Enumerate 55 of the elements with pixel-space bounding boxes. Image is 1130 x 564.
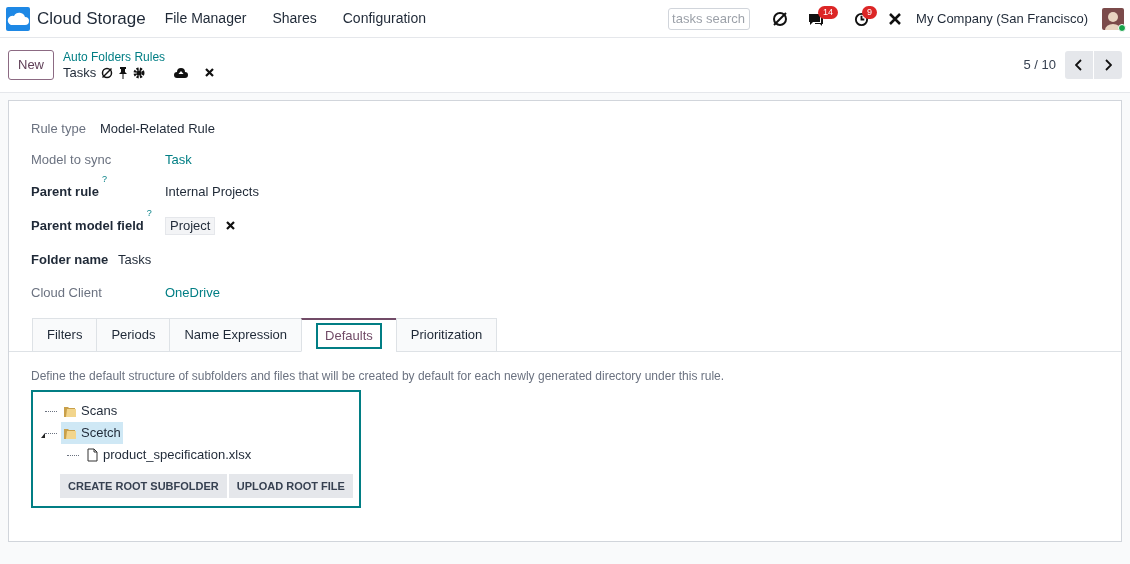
field-label: Cloud Client	[31, 284, 102, 303]
tree-node[interactable]: Scans	[61, 400, 120, 422]
chat-icon[interactable]	[808, 12, 825, 27]
tab[interactable]: Prioritization	[395, 318, 498, 352]
field-value-link[interactable]: Task	[165, 149, 192, 170]
app-name[interactable]: Cloud Storage	[37, 5, 146, 32]
clock-icon[interactable]	[854, 11, 870, 27]
sync-icon[interactable]	[101, 66, 114, 79]
breadcrumb-link[interactable]: Auto Folders Rules	[63, 50, 215, 65]
tab[interactable]: Periods	[96, 318, 171, 352]
new-button[interactable]: New	[8, 50, 54, 80]
field-label: Folder name	[31, 251, 109, 270]
tab[interactable]: Name Expression	[169, 318, 303, 352]
field-value-link[interactable]: OneDrive	[165, 283, 220, 303]
tree-action-button[interactable]: CREATE ROOT SUBFOLDER	[60, 474, 227, 498]
tree-node[interactable]: product_specification.xlsx	[83, 444, 254, 466]
tree-node[interactable]: Scetch	[61, 422, 123, 444]
avatar-icon[interactable]	[1102, 7, 1124, 30]
folder-icon	[63, 404, 77, 418]
field-label: Parent rule	[31, 182, 99, 201]
company-switcher[interactable]: My Company (San Francisco)	[916, 8, 1088, 29]
online-status-icon	[1118, 23, 1126, 32]
remove-icon[interactable]	[226, 221, 236, 230]
tab[interactable]: Filters	[32, 318, 98, 352]
field-value: Model-Related Rule	[100, 119, 215, 138]
field-label: Model to sync	[31, 150, 112, 169]
chevron-left-icon	[1075, 59, 1083, 71]
pager-value: 5 / 10	[1023, 56, 1056, 75]
notification-count: 9	[862, 5, 878, 19]
search-field[interactable]: tasks search	[668, 7, 751, 30]
notification-count: 14	[818, 5, 839, 19]
folder-icon	[63, 426, 77, 440]
cloud-upload-icon[interactable]	[174, 67, 189, 78]
field-value: Tasks	[118, 251, 152, 270]
field-value: Internal Projects	[165, 182, 259, 201]
tab[interactable]: Defaults	[301, 318, 397, 352]
description-text: Define the default structure of subfolders and files that will be created by default for each newly generated directory under this rule.	[30, 368, 726, 385]
chevron-right-icon	[1104, 59, 1112, 71]
field-label: Parent model field	[31, 216, 144, 235]
close-icon[interactable]	[205, 68, 215, 77]
pin-icon[interactable]	[118, 66, 129, 79]
tools-icon[interactable]	[888, 11, 903, 26]
record-title: Tasks	[63, 65, 97, 80]
next-button[interactable]	[1094, 51, 1122, 79]
menu-item[interactable]: Configuration	[342, 8, 427, 29]
field-tag: Project	[165, 216, 216, 235]
previous-button[interactable]	[1065, 51, 1093, 79]
sync-icon[interactable]	[772, 10, 789, 27]
field-label: Rule type	[31, 119, 86, 138]
menu-item[interactable]: File Manager	[164, 8, 247, 29]
file-icon	[85, 448, 99, 462]
expanded-arrow-icon[interactable]	[41, 433, 45, 438]
cloud-logo-icon	[6, 6, 30, 31]
tree-action-button[interactable]: UPLOAD ROOT FILE	[228, 474, 353, 498]
menu-item[interactable]: Shares	[272, 8, 317, 29]
